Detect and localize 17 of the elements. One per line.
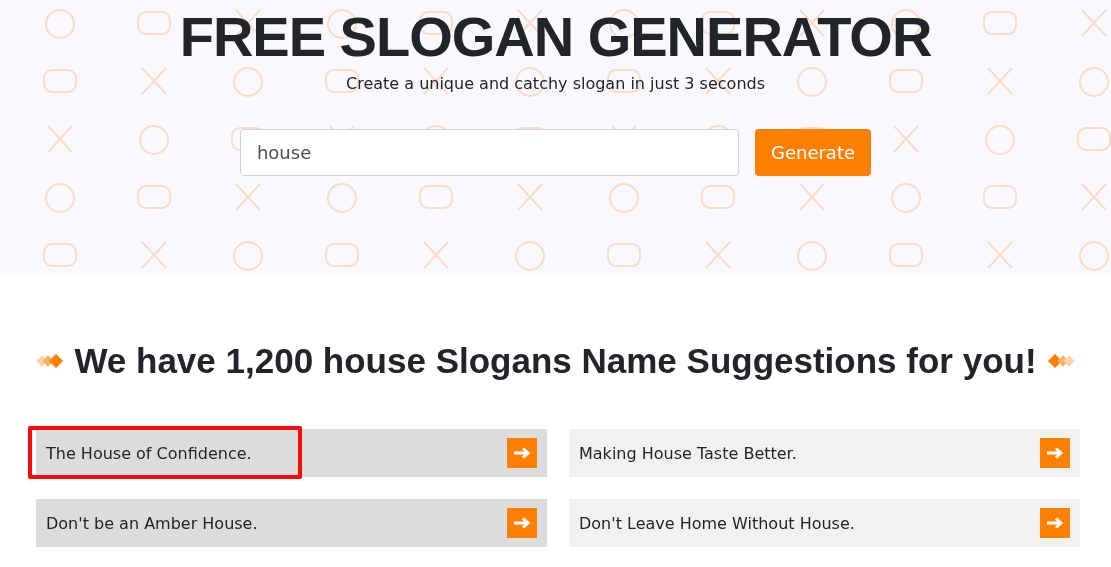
slogan-card[interactable]: Don't be an Amber House. xyxy=(36,499,547,547)
subtitle: Create a unique and catchy slogan in just 3 seconds xyxy=(346,74,765,93)
slogan-card[interactable]: Making House Taste Better. xyxy=(569,429,1080,477)
results-heading: We have 1,200 house Slogans Name Suggestions for you! xyxy=(74,341,1037,381)
diamonds-icon xyxy=(36,354,65,368)
slogan-text: Making House Taste Better. xyxy=(579,443,797,463)
arrow-right-icon[interactable] xyxy=(1040,508,1070,538)
slogan-text: The House of Confidence. xyxy=(46,443,252,463)
keyword-input[interactable]: house xyxy=(239,129,739,176)
arrow-right-icon[interactable] xyxy=(507,438,537,468)
slogan-text: Don't be an Amber House. xyxy=(46,513,258,533)
arrow-right-icon[interactable] xyxy=(1040,438,1070,468)
slogan-card[interactable]: Don't Leave Home Without House. xyxy=(569,499,1080,547)
arrow-right-icon[interactable] xyxy=(507,508,537,538)
page-title: FREE SLOGAN GENERATOR xyxy=(179,4,932,70)
slogan-text: Don't Leave Home Without House. xyxy=(579,513,855,533)
diamonds-icon xyxy=(1046,354,1075,368)
